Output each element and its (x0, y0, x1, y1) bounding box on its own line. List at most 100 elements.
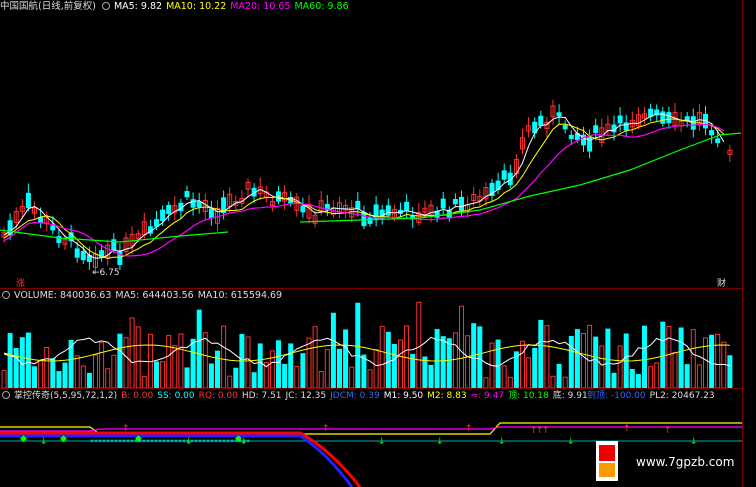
candle-body (385, 205, 391, 216)
settings-circle-icon[interactable] (101, 2, 110, 10)
volume-bar (269, 350, 275, 389)
volume-bar (1, 370, 7, 389)
up-arrow-icon: ↑ (465, 424, 473, 434)
volume-panel[interactable]: VOLUME: 840036.63 MA5: 644403.56 MA10: 615… (0, 289, 742, 389)
volume-bar (715, 333, 721, 389)
candle-body (715, 138, 721, 144)
volume-bar (276, 340, 281, 389)
volume-bar (80, 365, 86, 389)
volume-bar (86, 372, 92, 389)
ma20-label: MA20: 10.65 (230, 1, 291, 12)
candle-body (568, 134, 574, 140)
volume-bar (62, 362, 68, 389)
volume-bar (648, 366, 654, 389)
volume-bar (379, 325, 385, 389)
settings-circle-icon[interactable] (2, 291, 10, 299)
volume-bar (13, 348, 19, 389)
volume-bar (166, 335, 172, 389)
ind-ss: SS: 0.00 (157, 391, 195, 401)
indicator-header: 掌控传奇(5,5,95,72,1,2) B: 0.00 SS: 0.00 RQ: 0.… (0, 389, 592, 403)
down-arrow-icon: ↓ (378, 437, 386, 447)
volume-bar (160, 361, 166, 389)
volume-bar (117, 333, 123, 389)
watermark-text: www.7gpzb.com (636, 455, 735, 469)
indicator-chart[interactable]: »»»»»»»»»»»»»»»»»»»»»»»»»»»»»»»»»»»»»»»»… (0, 389, 742, 487)
candle-body (660, 111, 666, 124)
ma60-label: MA60: 9.86 (294, 1, 349, 12)
volume-bar (343, 329, 349, 389)
price-chart[interactable] (0, 0, 742, 290)
volume-bar (202, 332, 208, 389)
candle-body (459, 196, 464, 211)
stock-title: 中国国航(日线,前复权) (0, 1, 96, 12)
volume-bar (318, 371, 324, 389)
volume-bar (440, 336, 446, 389)
volume-bar (190, 338, 196, 389)
volume-header: VOLUME: 840036.63 MA5: 644403.56 MA10: 615… (0, 289, 286, 303)
watermark-logo (596, 441, 618, 481)
ind-b: B: 0.00 (121, 391, 154, 401)
vol-ma5-line (3, 336, 730, 368)
volume-bar (355, 302, 361, 389)
volume-bar (501, 365, 507, 389)
volume-bar (452, 332, 458, 389)
volume-bar (105, 368, 111, 389)
volume-bar (495, 339, 501, 389)
volume-bar (562, 376, 568, 389)
candle-body (80, 250, 86, 261)
down-arrow-icon: ↓ (690, 437, 698, 447)
volume-bar (135, 326, 141, 389)
ind-ding: 顶: 10.18 (508, 391, 549, 401)
volume-bar (544, 325, 550, 389)
ind-m1: M1: 9.50 (383, 391, 424, 401)
ind-hd: HD: 7.51 (241, 391, 282, 401)
ind-jc: JC: 12.35 (285, 391, 327, 401)
volume-bar (391, 344, 397, 389)
volume-bar (581, 333, 586, 389)
indicator-magenta-line (0, 426, 742, 432)
volume-bar (367, 369, 373, 389)
volume-bar (629, 368, 635, 389)
volume-bar (312, 326, 318, 389)
volume-bar (459, 305, 464, 389)
ma10-line (3, 118, 725, 260)
settings-circle-icon[interactable] (2, 391, 10, 399)
volume-bar (56, 371, 62, 389)
candle-body (709, 130, 715, 136)
volume-bar (300, 353, 306, 389)
volume-bar (227, 375, 233, 389)
candle-body (617, 115, 623, 124)
candle-body (501, 170, 507, 180)
volume-bar (599, 345, 605, 389)
volume-bar (727, 355, 733, 389)
volume-bar (526, 357, 532, 389)
volume-bar (141, 376, 147, 389)
volume-bar (25, 332, 31, 389)
volume-bar (520, 340, 525, 389)
volume-bar (477, 326, 483, 389)
indicator-panel[interactable]: »»»»»»»»»»»»»»»»»»»»»»»»»»»»»»»»»»»»»»»»… (0, 389, 742, 487)
volume-chart[interactable] (0, 289, 742, 389)
volume-bar (446, 338, 452, 389)
price-panel[interactable]: 中国国航(日线,前复权) MA5: 9.82 MA10: 10.22 MA20: 10… (0, 0, 742, 290)
ind-m2: M2: 8.83 (427, 391, 467, 401)
gem-icon: ◆ (135, 434, 142, 444)
volume-bar (282, 363, 288, 389)
right-divider (742, 0, 743, 487)
volume-bar (690, 329, 696, 389)
volume-bar (215, 350, 220, 389)
price-header: 中国国航(日线,前复权) MA5: 9.82 MA10: 10.22 MA20: 10… (0, 0, 353, 14)
volume-bar (233, 367, 239, 389)
volume-bar (178, 333, 184, 389)
volume-bar (428, 364, 434, 389)
candle-body (538, 115, 544, 126)
up-arrow-icon: ↑ (542, 426, 550, 436)
ma5-label: MA5: 9.82 (113, 1, 163, 12)
candle-body (556, 112, 562, 117)
up-arrow-icon: ↑ (623, 424, 631, 434)
volume-bar (434, 329, 440, 389)
ind-di: 底: 9.91 (552, 391, 588, 401)
vol-ma10-label: MA10: 615594.69 (197, 290, 283, 301)
volume-bar (208, 363, 214, 389)
ind-rq: RQ: 0.00 (198, 391, 238, 401)
